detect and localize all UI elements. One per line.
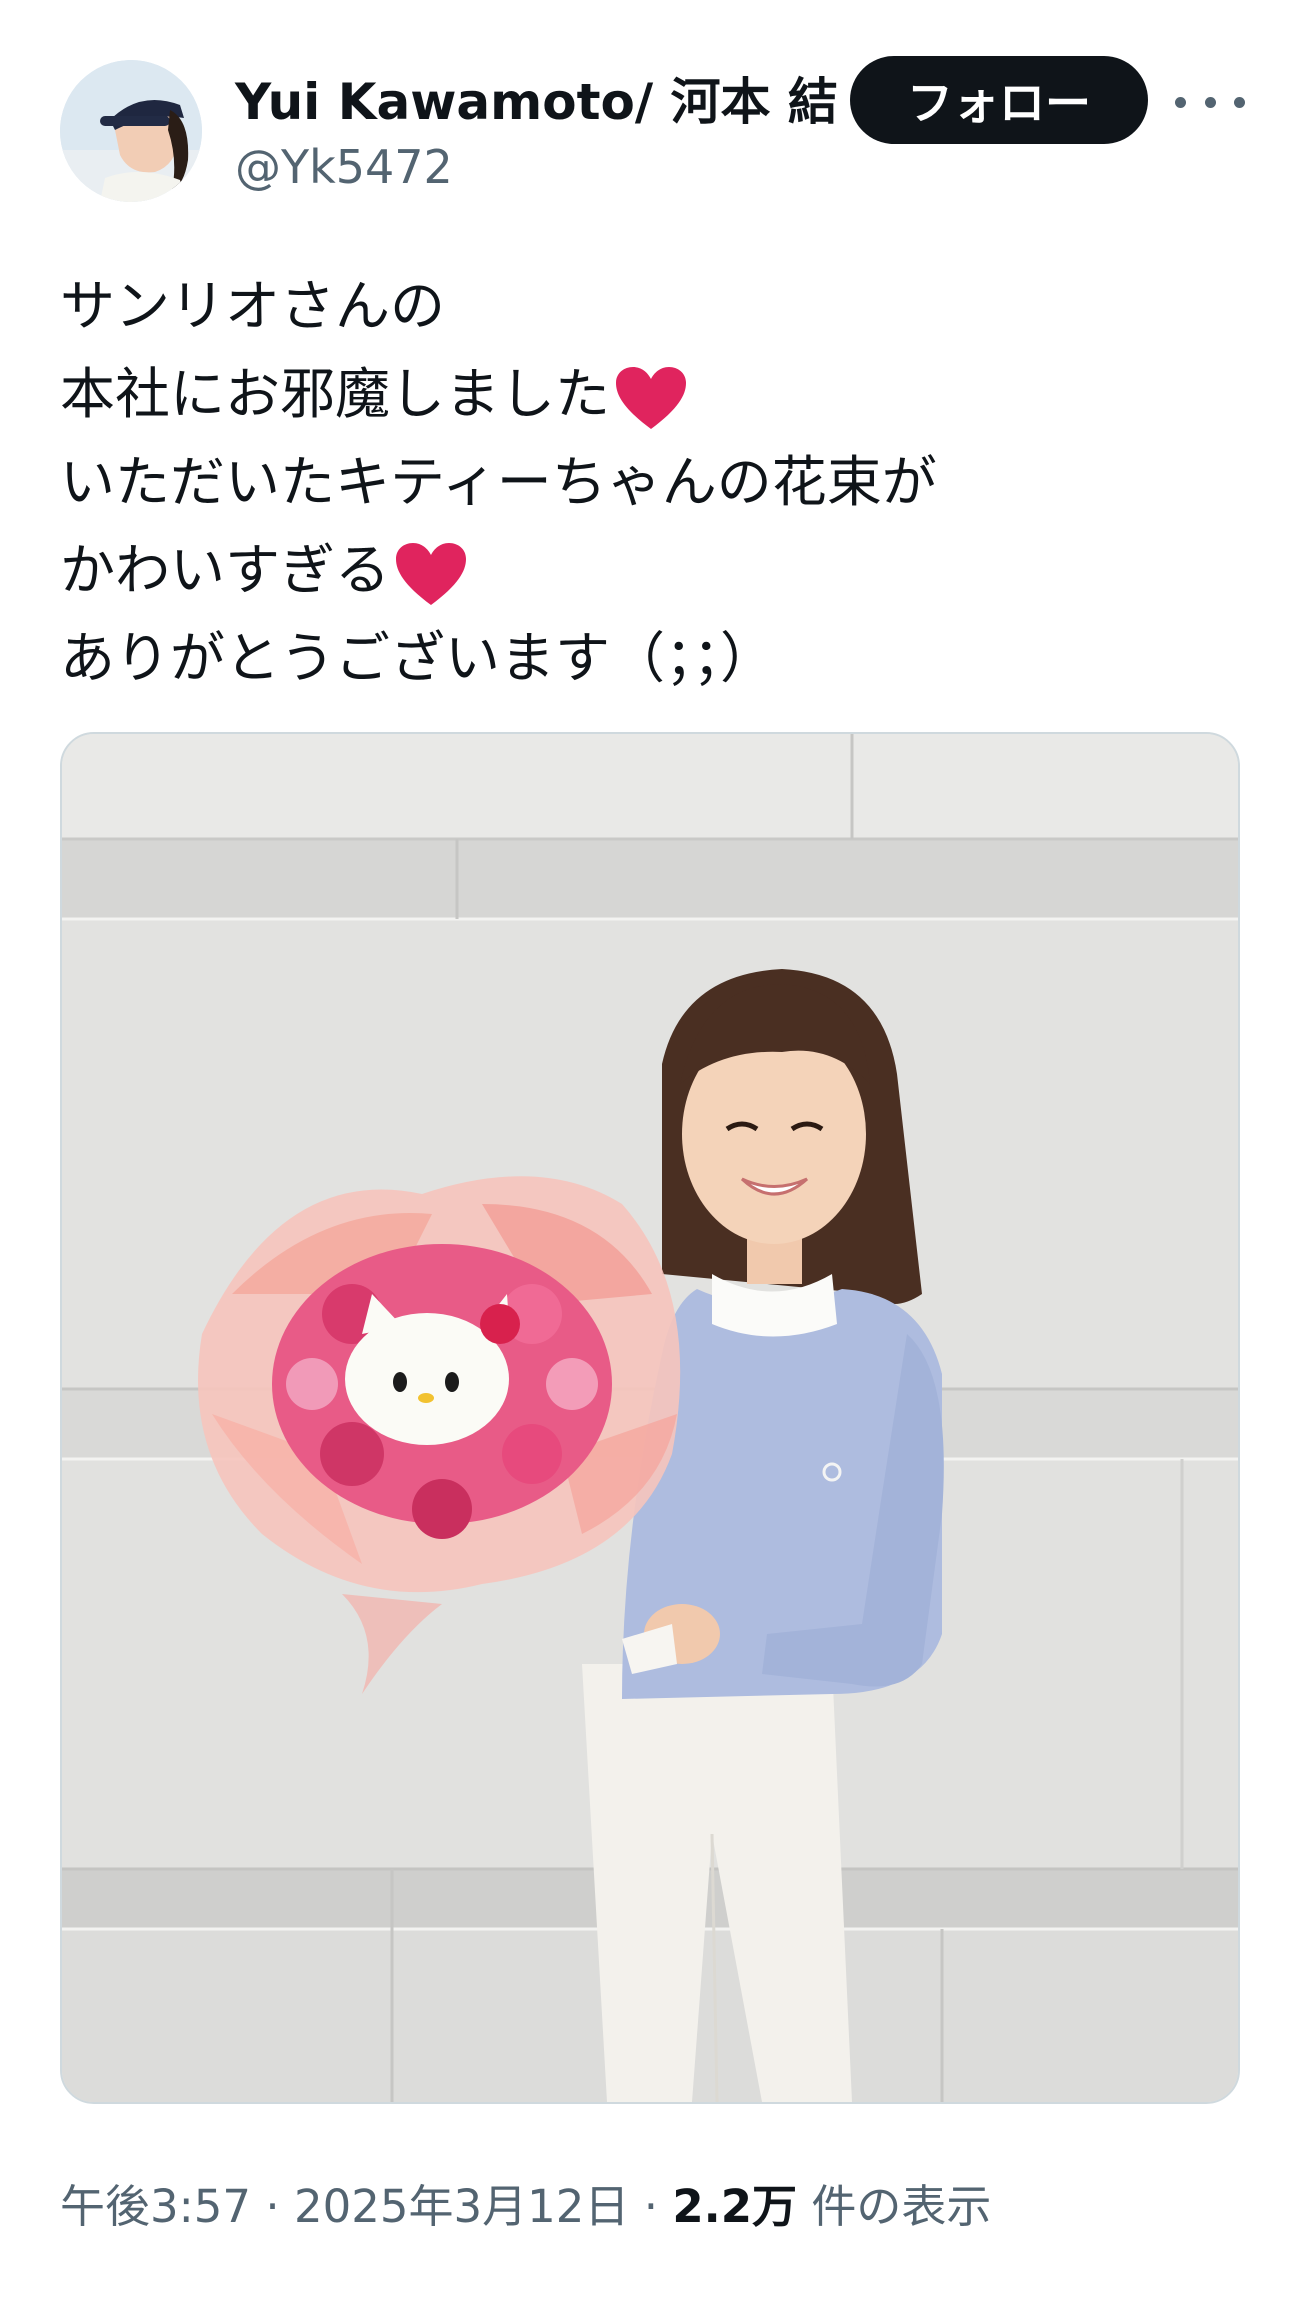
view-count[interactable]: 2.2万 <box>672 2180 797 2233</box>
red-heart-icon <box>396 542 467 605</box>
author-avatar[interactable] <box>60 60 202 202</box>
tweet-line: 本社にお邪魔しました <box>60 350 1240 438</box>
tweet-photo[interactable] <box>60 732 1240 2104</box>
follow-button[interactable]: フォロー <box>850 56 1148 144</box>
more-horizontal-icon <box>1175 96 1186 108</box>
author-name[interactable]: Yui Kawamoto/ 河本 結 <box>235 62 838 134</box>
more-horizontal-icon <box>1204 96 1216 108</box>
view-count-suffix: 件の表示 <box>797 2180 992 2233</box>
tweet-time[interactable]: 午後3:57 <box>60 2180 251 2233</box>
meta-separator: · <box>251 2180 294 2233</box>
meta-separator: · <box>629 2180 673 2233</box>
author-handle[interactable]: @Yk5472 <box>235 140 453 194</box>
red-heart-icon <box>616 366 687 429</box>
tweet-line: かわいすぎる <box>60 526 1240 614</box>
tweet-meta: 午後3:57 · 2025年3月12日 · 2.2万 件の表示 <box>60 2170 991 2235</box>
more-horizontal-icon <box>1234 96 1245 108</box>
tweet-line: サンリオさんの <box>60 262 1240 350</box>
tweet-date[interactable]: 2025年3月12日 <box>294 2180 629 2233</box>
tweet-line-text: いただいたキティーちゃんの花束が <box>60 450 937 514</box>
photo-illustration <box>62 734 1238 2102</box>
tweet-line-text: 本社にお邪魔しました <box>60 362 611 426</box>
tweet-line-text: サンリオさんの <box>60 274 446 338</box>
tweet-line-text: ありがとうございます（；；） <box>60 626 776 690</box>
tweet-line: いただいたキティーちゃんの花束が <box>60 438 1240 526</box>
tweet-text: サンリオさんの 本社にお邪魔しました いただいたキティーちゃんの花束が かわいす… <box>60 262 1240 702</box>
more-options-button[interactable] <box>1175 78 1245 126</box>
profile-photo-icon <box>60 60 202 202</box>
tweet-line-text: かわいすぎる <box>60 538 391 602</box>
tweet-line: ありがとうございます（；；） <box>60 614 1240 702</box>
